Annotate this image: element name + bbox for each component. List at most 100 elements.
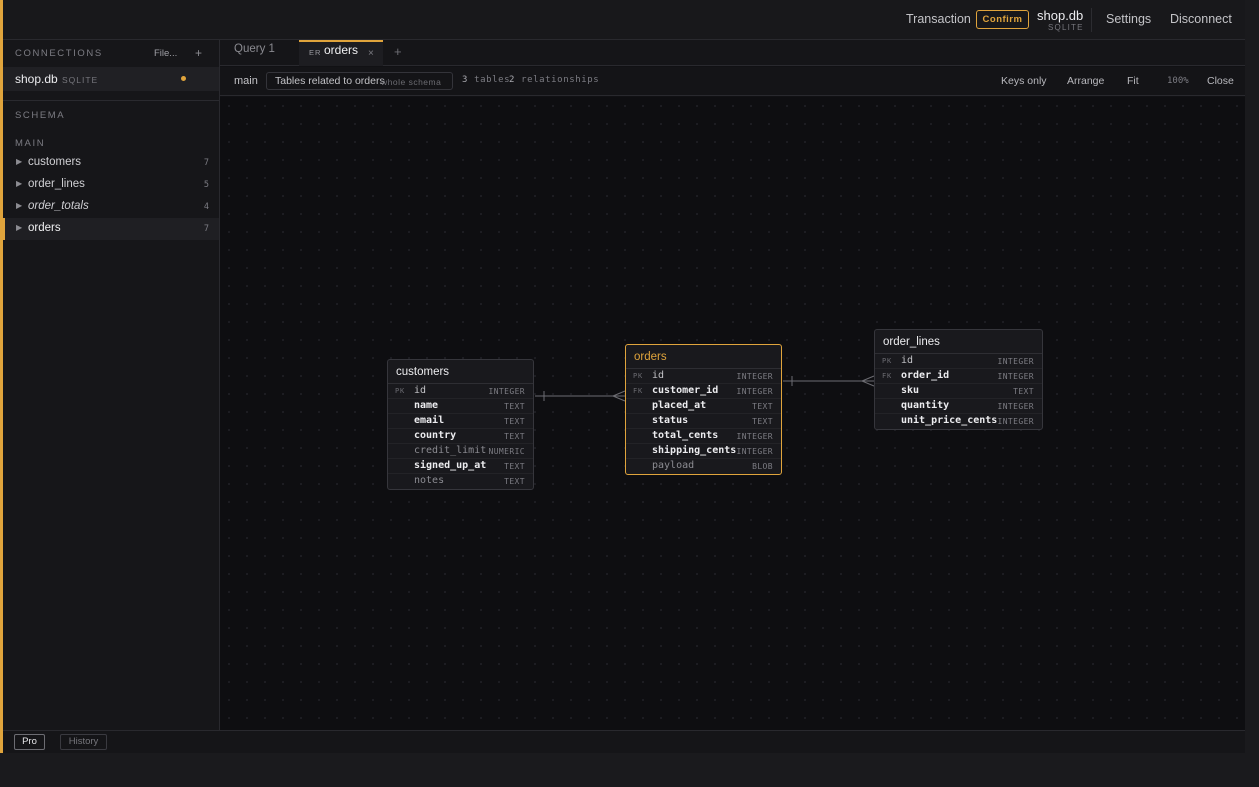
er-column-row[interactable]: sku TEXT (875, 384, 1042, 399)
er-column-row[interactable]: FK customer_id INTEGER (626, 384, 781, 399)
column-name: shipping_cents (652, 445, 737, 456)
column-name: total_cents (652, 430, 719, 441)
close-er-button[interactable]: Close (1207, 75, 1234, 87)
scope-option-related[interactable]: Tables related to orders (275, 75, 385, 87)
column-name: order_id (901, 370, 950, 381)
transaction-button[interactable]: Transaction (906, 12, 971, 26)
disconnect-button[interactable]: Disconnect (1170, 12, 1232, 26)
er-canvas[interactable]: customers PK id INTEGER name TEXT email TEXT… (220, 97, 1245, 730)
column-type: INTEGER (736, 372, 773, 381)
sidebar-item-label: order_lines (28, 178, 85, 190)
er-column-row[interactable]: email TEXT (388, 414, 533, 429)
er-column-row[interactable]: FK order_id INTEGER (875, 369, 1042, 384)
status-bar: Pro History (3, 730, 1245, 753)
pro-badge[interactable]: Pro (14, 734, 45, 750)
er-column-row[interactable]: PK id INTEGER (875, 354, 1042, 369)
foreign-key-badge: FK (633, 387, 644, 395)
column-name: payload (652, 460, 695, 471)
arrange-button[interactable]: Arrange (1067, 75, 1104, 87)
er-table-title[interactable]: customers (388, 360, 533, 384)
column-type: TEXT (504, 402, 525, 411)
confirm-button[interactable]: Confirm (976, 10, 1029, 29)
er-column-row[interactable]: placed_at TEXT (626, 399, 781, 414)
close-icon[interactable]: × (368, 48, 374, 59)
column-name: quantity (901, 400, 950, 411)
expand-arrow-icon[interactable]: ▶ (16, 201, 22, 210)
main-schema-heading: MAIN (15, 138, 46, 149)
column-type: INTEGER (736, 432, 773, 441)
column-name: credit_limit (414, 445, 487, 456)
expand-arrow-icon[interactable]: ▶ (16, 157, 22, 166)
er-column-row[interactable]: country TEXT (388, 429, 533, 444)
er-column-row[interactable]: quantity INTEGER (875, 399, 1042, 414)
column-type: INTEGER (997, 372, 1034, 381)
column-type: INTEGER (997, 402, 1034, 411)
column-type: TEXT (504, 477, 525, 486)
scope-option-whole-schema[interactable]: whole schema (381, 77, 441, 87)
column-name: signed_up_at (414, 460, 487, 471)
schema-selector[interactable]: main (234, 75, 258, 87)
er-table-title[interactable]: order_lines (875, 330, 1042, 354)
column-type: BLOB (752, 462, 773, 471)
primary-key-badge: PK (633, 372, 644, 380)
connection-item[interactable]: shop.db SQLITE (3, 67, 219, 91)
tab-label: orders (324, 43, 359, 57)
relationships-count-stat: 2 relationships (509, 75, 600, 85)
er-column-row[interactable]: credit_limit NUMERIC (388, 444, 533, 459)
column-name: name (414, 400, 439, 411)
er-column-row[interactable]: PK id INTEGER (388, 384, 533, 399)
er-table-order-lines[interactable]: order_lines PK id INTEGER FK order_id INTEGE… (874, 329, 1043, 430)
er-toolbar: main Tables related to orders whole sche… (220, 67, 1245, 96)
column-type: TEXT (504, 417, 525, 426)
sidebar: CONNECTIONS File... + shop.db SQLITE SCH… (3, 40, 220, 730)
column-name: placed_at (652, 400, 707, 411)
column-count: 4 (203, 202, 209, 212)
er-column-row[interactable]: signed_up_at TEXT (388, 459, 533, 474)
er-table-customers[interactable]: customers PK id INTEGER name TEXT email TEXT… (387, 359, 534, 490)
new-tab-button[interactable]: + (394, 44, 402, 59)
file-button[interactable]: File... (154, 48, 177, 59)
column-name: customer_id (652, 385, 719, 396)
column-count: 7 (203, 224, 209, 234)
er-column-row[interactable]: name TEXT (388, 399, 533, 414)
foreign-key-badge: FK (882, 372, 893, 380)
sidebar-item-label: order_totals (28, 200, 89, 212)
connection-status-dot (181, 76, 186, 81)
fit-button[interactable]: Fit (1127, 75, 1139, 87)
column-name: unit_price_cents (901, 415, 998, 426)
er-column-row[interactable]: unit_price_cents INTEGER (875, 414, 1042, 429)
er-table-title[interactable]: orders (626, 345, 781, 369)
keys-only-button[interactable]: Keys only (1001, 75, 1047, 87)
er-column-row[interactable]: notes TEXT (388, 474, 533, 489)
history-button[interactable]: History (60, 734, 107, 750)
er-column-row[interactable]: PK id INTEGER (626, 369, 781, 384)
sidebar-item-customers[interactable]: ▶ customers 7 (3, 152, 219, 174)
sidebar-item-order-lines[interactable]: ▶ order_lines 5 (3, 174, 219, 196)
sidebar-item-orders[interactable]: ▶ orders 7 (3, 218, 219, 240)
topbar-divider (1091, 8, 1092, 32)
add-connection-button[interactable]: + (195, 46, 202, 60)
er-table-orders[interactable]: orders PK id INTEGER FK customer_id INTEGER … (625, 344, 782, 475)
er-column-row[interactable]: shipping_cents INTEGER (626, 444, 781, 459)
sidebar-item-order-totals[interactable]: ▶ order_totals 4 (3, 196, 219, 218)
connection-engine: SQLITE (62, 75, 99, 85)
column-count: 7 (203, 158, 209, 168)
scope-toggle[interactable]: Tables related to orders whole schema (266, 72, 453, 90)
column-type: INTEGER (736, 387, 773, 396)
connection-name: shop.db (15, 72, 58, 86)
er-column-row[interactable]: total_cents INTEGER (626, 429, 781, 444)
zoom-level[interactable]: 100% (1167, 76, 1189, 86)
expand-arrow-icon[interactable]: ▶ (16, 223, 22, 232)
tab-er-orders[interactable]: ER orders × (299, 40, 383, 66)
sidebar-divider (3, 100, 219, 101)
tables-count-stat: 3 tables (462, 75, 511, 85)
settings-button[interactable]: Settings (1106, 12, 1151, 26)
tab-query-1[interactable]: Query 1 (220, 40, 298, 66)
er-column-row[interactable]: status TEXT (626, 414, 781, 429)
relationship-orders-customers (535, 390, 626, 402)
expand-arrow-icon[interactable]: ▶ (16, 179, 22, 188)
column-type: TEXT (504, 432, 525, 441)
er-column-row[interactable]: payload BLOB (626, 459, 781, 474)
column-type: INTEGER (997, 357, 1034, 366)
column-name: status (652, 415, 689, 426)
